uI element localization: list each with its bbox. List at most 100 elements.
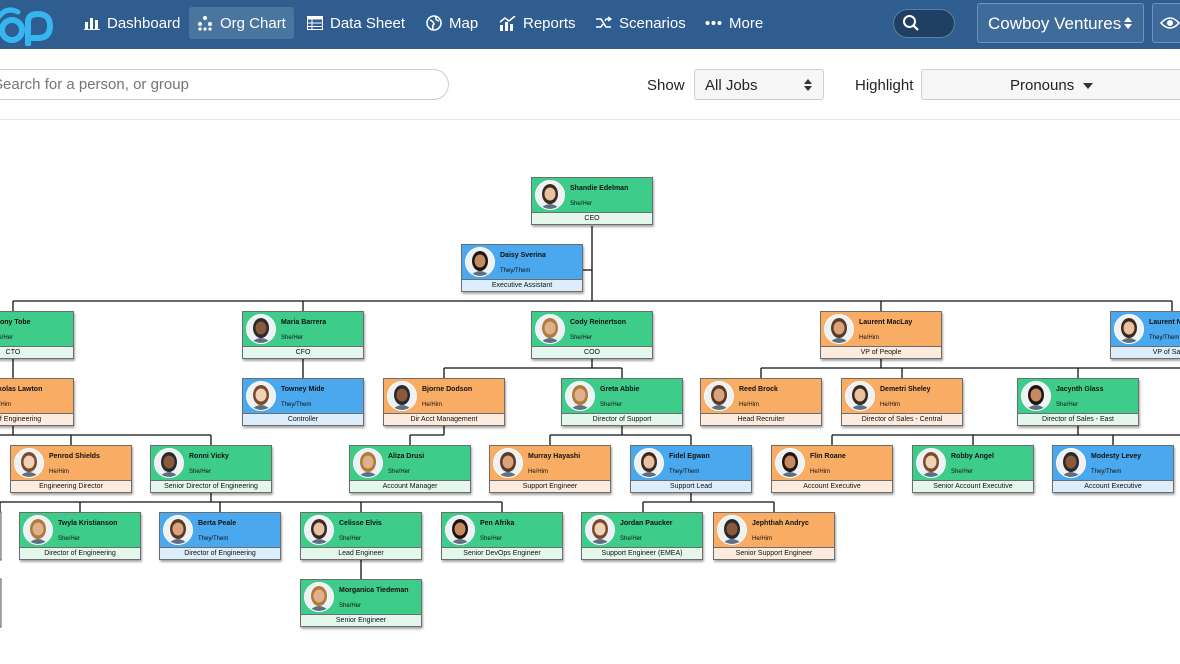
nav-more[interactable]: More: [697, 7, 771, 39]
chart-toolbar: Show All Jobs Highlight Pronouns: [0, 49, 1180, 120]
org-chart-canvas[interactable]: Shandie Edelman She/Her CEO Daisy Sverina Th…: [0, 120, 1180, 664]
top-nav-bar: Dashboard Org Chart Data Sheet Map Repor…: [0, 0, 1180, 49]
person-pronouns: She/Her: [620, 536, 643, 542]
card-header: Maria Barrera She/Her: [242, 311, 364, 347]
person-card-dodson[interactable]: Bjorne Dodson He/Him Dir Acct Management: [383, 378, 505, 426]
person-card-maclay[interactable]: Laurent MacLay He/Him VP of People: [820, 311, 942, 359]
person-pronouns: She/Her: [570, 335, 593, 341]
highlight-select[interactable]: Pronouns: [921, 69, 1180, 100]
eye-icon: [1160, 17, 1180, 29]
nav-reports[interactable]: Reports: [491, 7, 584, 39]
table-icon: [307, 16, 323, 30]
person-name: Towney Mide: [281, 386, 325, 393]
person-title: Support Engineer: [489, 480, 611, 493]
card-header: Aliza Drusi She/Her: [349, 445, 471, 481]
person-card-drusi[interactable]: Aliza Drusi She/Her Account Manager: [349, 445, 471, 493]
card-header: Shandie Edelman She/Her: [531, 177, 653, 213]
person-title: Director of Engineering: [159, 547, 281, 560]
nav-dashboard[interactable]: Dashboard: [76, 7, 188, 39]
card-header: Ebony Tobe She/Her: [0, 311, 74, 347]
person-card-glass[interactable]: Jacynth Glass She/Her Director of Sales - …: [1017, 378, 1139, 426]
scenarios-icon: [596, 16, 612, 28]
person-card-hayashi[interactable]: Murray Hayashi He/Him Support Engineer: [489, 445, 611, 493]
avatar: [1056, 448, 1086, 478]
person-card-shields[interactable]: Penrod Shields He/Him Engineering Director: [10, 445, 132, 493]
avatar: [565, 381, 595, 411]
person-card-barrera[interactable]: Maria Barrera She/Her CFO: [242, 311, 364, 359]
person-pronouns: He/Him: [528, 469, 549, 475]
person-title: Account Manager: [349, 480, 471, 493]
person-card-sverina[interactable]: Daisy Sverina They/Them Executive Assistan…: [461, 244, 583, 292]
nav-data-sheet-label: Data Sheet: [330, 14, 406, 32]
nav-scenarios-label: Scenarios: [619, 14, 686, 32]
person-card-vicky[interactable]: Ronni Vicky She/Her Senior Director of Eng…: [150, 445, 272, 493]
person-card-edelman[interactable]: Shandie Edelman She/Her CEO: [531, 177, 653, 225]
person-title: CEO: [531, 212, 653, 225]
reports-icon: [499, 15, 516, 31]
search-toggle-button[interactable]: [893, 9, 955, 38]
person-card-egwan[interactable]: Fidel Egwan They/Them Support Lead: [630, 445, 752, 493]
person-title: CTO: [0, 346, 74, 359]
nav-data-sheet[interactable]: Data Sheet: [299, 7, 413, 39]
nav-scenarios[interactable]: Scenarios: [587, 7, 694, 39]
avatar: [493, 448, 523, 478]
person-name: Jacynth Glass: [1056, 386, 1104, 393]
person-card-andryc[interactable]: Jephthah Andryc He/Him Senior Support Engi…: [713, 512, 835, 560]
person-card-elvis[interactable]: Celisse Elvis She/Her Lead Engineer: [300, 512, 422, 560]
card-header: Jacynth Glass She/Her: [1017, 378, 1139, 414]
view-button[interactable]: [1152, 3, 1180, 43]
person-pronouns: He/Him: [859, 335, 880, 341]
nav-map[interactable]: Map: [418, 7, 486, 39]
person-card-afrika[interactable]: Pen Afrika She/Her Senior DevOps Engineer: [441, 512, 563, 560]
show-select-value: All Jobs: [705, 77, 758, 94]
person-card-sheley[interactable]: Demetri Sheley He/Him Director of Sales - …: [841, 378, 963, 426]
person-title: Senior Engineer: [300, 614, 422, 627]
person-card-levey[interactable]: Modesty Levey They/Them Account Executive: [1052, 445, 1174, 493]
company-name: Cowboy Ventures: [988, 14, 1122, 33]
person-card-reinertson[interactable]: Cody Reinertson She/Her COO: [531, 311, 653, 359]
search-box[interactable]: [0, 69, 449, 100]
show-label: Show: [647, 77, 685, 94]
person-name: Ronni Vicky: [189, 453, 229, 460]
person-card-tiedeman[interactable]: Morganica Tiedeman She/Her Senior Engineer: [300, 579, 422, 627]
person-name: Twyla Kristianson: [58, 520, 118, 527]
person-card-mide[interactable]: Towney Mide They/Them Controller: [242, 378, 364, 426]
person-name: Aliza Drusi: [388, 453, 425, 460]
card-header: Laurent MacLay He/Him: [820, 311, 942, 347]
avatar: [775, 448, 805, 478]
card-header: Jephthah Andryc He/Him: [713, 512, 835, 548]
person-card-paucker[interactable]: Jordan Paucker She/Her Support Engineer (E…: [581, 512, 703, 560]
person-name: Greta Abbie: [600, 386, 640, 393]
person-title: Engineering Director: [10, 480, 132, 493]
person-name: Reed Brock: [739, 386, 778, 393]
person-card-lawton[interactable]: Nikolas Lawton He/Him VP of Engineering: [0, 378, 74, 426]
person-pronouns: She/Her: [600, 402, 623, 408]
app-logo-icon[interactable]: [0, 4, 58, 46]
person-card-tobe[interactable]: Ebony Tobe She/Her CTO: [0, 311, 74, 359]
person-name: Modesty Levey: [1091, 453, 1142, 460]
person-card-peale[interactable]: Berta Peale They/Them Director of Engineer…: [159, 512, 281, 560]
person-card-angel[interactable]: Robby Angel She/Her Senior Account Executi…: [912, 445, 1034, 493]
person-card-brock[interactable]: Reed Brock He/Him Head Recruiter: [700, 378, 822, 426]
company-selector[interactable]: Cowboy Ventures: [977, 3, 1144, 43]
person-card-laurentn[interactable]: Laurent N They/Them VP of Sales: [1110, 311, 1180, 359]
nav-org-chart[interactable]: Org Chart: [189, 7, 294, 39]
person-name: Morganica Tiedeman: [339, 587, 409, 594]
person-pronouns: He/Him: [752, 536, 773, 542]
person-card-abbie[interactable]: Greta Abbie She/Her Director of Support: [561, 378, 683, 426]
card-header: Ronni Vicky She/Her: [150, 445, 272, 481]
card-header: Laurent N They/Them: [1110, 311, 1180, 347]
person-title: VP of Engineering: [0, 413, 74, 426]
avatar: [304, 582, 334, 612]
person-pronouns: She/Her: [951, 469, 974, 475]
show-select[interactable]: All Jobs: [694, 69, 824, 100]
card-header: Reed Brock He/Him: [700, 378, 822, 414]
avatar: [717, 515, 747, 545]
search-input[interactable]: [0, 76, 433, 93]
nav-dashboard-label: Dashboard: [107, 14, 181, 32]
person-card-kristianson[interactable]: Twyla Kristianson She/Her Director of Engi…: [19, 512, 141, 560]
card-header: Flin Roane He/Him: [771, 445, 893, 481]
person-pronouns: He/Him: [810, 469, 831, 475]
nav-reports-label: Reports: [523, 14, 576, 32]
person-card-roane[interactable]: Flin Roane He/Him Account Executive: [771, 445, 893, 493]
